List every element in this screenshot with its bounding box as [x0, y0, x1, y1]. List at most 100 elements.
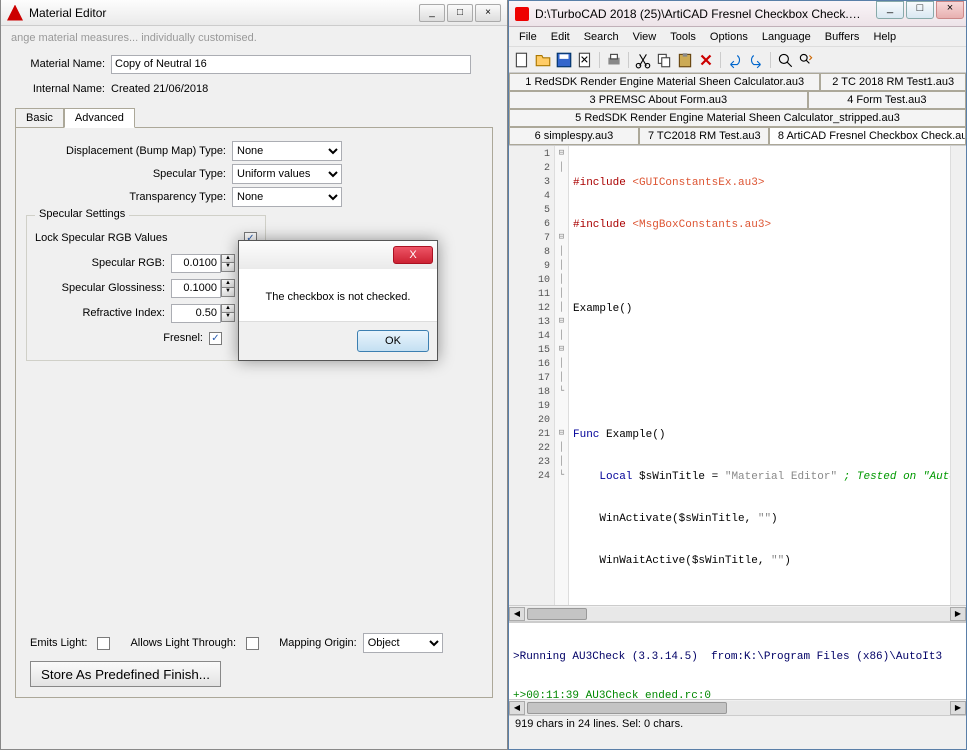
fresnel-checkbox[interactable]: ✓	[209, 332, 222, 345]
doc-tab-2[interactable]: 2 TC 2018 RM Test1.au3	[820, 73, 966, 91]
msgbox-dialog: X The checkbox is not checked. OK	[238, 240, 438, 361]
specular-type-select[interactable]: Uniform values	[232, 164, 342, 184]
displacement-label: Displacement (Bump Map) Type:	[26, 145, 226, 157]
specular-gloss-input[interactable]	[171, 279, 221, 298]
doc-tab-8[interactable]: 8 ArtiCAD Fresnel Checkbox Check.au3	[769, 127, 966, 145]
menu-buffers[interactable]: Buffers	[819, 29, 866, 45]
specular-gloss-label: Specular Glossiness:	[35, 282, 165, 294]
scroll-left-icon[interactable]: ◀	[509, 701, 525, 715]
transparency-type-select[interactable]: None	[232, 187, 342, 207]
doc-tab-3[interactable]: 3 PREMSC About Form.au3	[509, 91, 808, 109]
fold-gutter[interactable]: ⊟│⊟│││││⊟│⊟││└⊟││└	[555, 146, 569, 605]
menu-view[interactable]: View	[627, 29, 663, 45]
copy-icon[interactable]	[655, 51, 673, 69]
tab-basic[interactable]: Basic	[15, 108, 64, 127]
tab-advanced[interactable]: Advanced	[64, 108, 135, 128]
horizontal-scrollbar[interactable]: ◀ ▶	[509, 605, 966, 621]
output-console[interactable]: >Running AU3Check (3.3.14.5) from:K:\Pro…	[509, 621, 966, 699]
dialog-ok-button[interactable]: OK	[357, 330, 429, 352]
close-file-icon[interactable]	[576, 51, 594, 69]
dialog-titlebar[interactable]: X	[239, 241, 437, 269]
dialog-message: The checkbox is not checked.	[239, 269, 437, 321]
store-predefined-button[interactable]: Store As Predefined Finish...	[30, 661, 221, 687]
specular-settings-group: Specular Settings Lock Specular RGB Valu…	[26, 215, 266, 361]
material-name-label: Material Name:	[15, 58, 105, 70]
mapping-origin-select[interactable]: Object	[363, 633, 443, 653]
spin-up-icon[interactable]: ▲	[221, 254, 235, 263]
menu-help[interactable]: Help	[867, 29, 902, 45]
material-editor-titlebar[interactable]: Material Editor _ □ ×	[1, 0, 507, 26]
new-file-icon[interactable]	[513, 51, 531, 69]
close-button[interactable]: ×	[475, 4, 501, 22]
spin-down-icon[interactable]: ▼	[221, 263, 235, 272]
allows-light-label: Allows Light Through:	[130, 637, 236, 649]
refractive-label: Refractive Index:	[35, 307, 165, 319]
close-button[interactable]: ×	[936, 1, 964, 19]
delete-icon[interactable]	[697, 51, 715, 69]
displacement-select[interactable]: None	[232, 141, 342, 161]
toolbar	[509, 47, 966, 73]
doc-tab-5[interactable]: 5 RedSDK Render Engine Material Sheen Ca…	[509, 109, 966, 127]
menu-file[interactable]: File	[513, 29, 543, 45]
doc-tab-1[interactable]: 1 RedSDK Render Engine Material Sheen Ca…	[509, 73, 820, 91]
scrollbar-thumb[interactable]	[527, 608, 587, 620]
transparency-type-label: Transparency Type:	[26, 191, 226, 203]
specular-type-label: Specular Type:	[26, 168, 226, 180]
status-bar: 919 chars in 24 lines. Sel: 0 chars.	[509, 715, 966, 735]
specular-rgb-input[interactable]	[171, 254, 221, 273]
hint-text: ange material measures... individually c…	[11, 32, 257, 44]
spin-up-icon[interactable]: ▲	[221, 304, 235, 313]
doc-tab-6[interactable]: 6 simplespy.au3	[509, 127, 639, 145]
scite-title-text: D:\TurboCAD 2018 (25)\ArtiCAD Fresnel Ch…	[535, 7, 865, 21]
minimize-button[interactable]: _	[876, 1, 904, 19]
spin-up-icon[interactable]: ▲	[221, 279, 235, 288]
material-name-input[interactable]	[111, 55, 471, 74]
code-editor[interactable]: 123456789101112131415161718192021222324 …	[509, 145, 966, 605]
emits-light-checkbox[interactable]	[97, 637, 110, 650]
lock-rgb-label: Lock Specular RGB Values	[35, 232, 240, 244]
doc-tab-7[interactable]: 7 TC2018 RM Test.au3	[639, 127, 769, 145]
print-icon[interactable]	[605, 51, 623, 69]
cut-icon[interactable]	[634, 51, 652, 69]
internal-name-label: Internal Name:	[15, 83, 105, 95]
tab-strip: Basic Advanced	[15, 106, 493, 128]
scrollbar-thumb[interactable]	[527, 702, 727, 714]
scroll-right-icon[interactable]: ▶	[950, 701, 966, 715]
maximize-button[interactable]: □	[906, 1, 934, 19]
scite-titlebar[interactable]: D:\TurboCAD 2018 (25)\ArtiCAD Fresnel Ch…	[509, 1, 966, 27]
code-area[interactable]: #include <GUIConstantsEx.au3> #include <…	[569, 146, 966, 605]
minimize-button[interactable]: _	[419, 4, 445, 22]
internal-name-value: Created 21/06/2018	[111, 83, 208, 95]
replace-icon[interactable]	[797, 51, 815, 69]
tab-content: Displacement (Bump Map) Type: None Specu…	[15, 128, 493, 698]
spin-down-icon[interactable]: ▼	[221, 288, 235, 297]
scroll-right-icon[interactable]: ▶	[950, 607, 966, 621]
allows-light-checkbox[interactable]	[246, 637, 259, 650]
save-icon[interactable]	[555, 51, 573, 69]
menu-tools[interactable]: Tools	[664, 29, 702, 45]
dialog-close-button[interactable]: X	[393, 246, 433, 264]
undo-icon[interactable]	[726, 51, 744, 69]
menu-search[interactable]: Search	[578, 29, 625, 45]
console-scrollbar[interactable]: ◀ ▶	[509, 699, 966, 715]
window-title: Material Editor	[29, 6, 106, 20]
open-file-icon[interactable]	[534, 51, 552, 69]
emits-light-label: Emits Light:	[30, 637, 87, 649]
scroll-left-icon[interactable]: ◀	[509, 607, 525, 621]
spin-down-icon[interactable]: ▼	[221, 313, 235, 322]
scite-app-icon	[515, 7, 529, 21]
mapping-origin-label: Mapping Origin:	[279, 637, 357, 649]
menu-options[interactable]: Options	[704, 29, 754, 45]
app-icon	[7, 5, 23, 21]
menu-edit[interactable]: Edit	[545, 29, 576, 45]
find-icon[interactable]	[776, 51, 794, 69]
maximize-button[interactable]: □	[447, 4, 473, 22]
redo-icon[interactable]	[747, 51, 765, 69]
menu-language[interactable]: Language	[756, 29, 817, 45]
paste-icon[interactable]	[676, 51, 694, 69]
specular-settings-title: Specular Settings	[35, 208, 129, 220]
doc-tab-4[interactable]: 4 Form Test.au3	[808, 91, 966, 109]
vertical-scrollbar[interactable]	[950, 146, 966, 605]
doc-tabs: 1 RedSDK Render Engine Material Sheen Ca…	[509, 73, 966, 91]
refractive-input[interactable]	[171, 304, 221, 323]
